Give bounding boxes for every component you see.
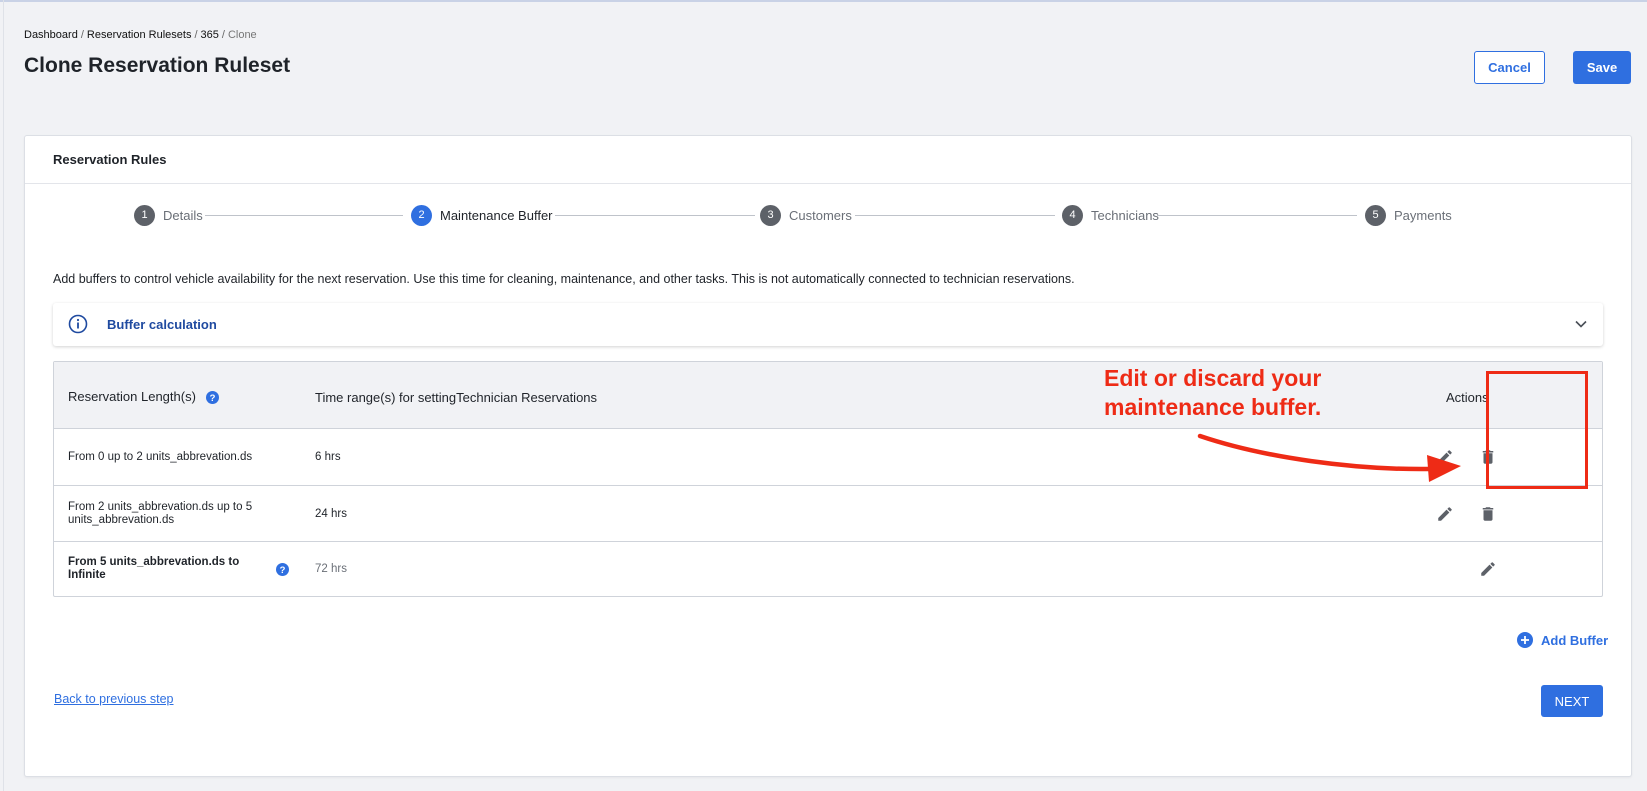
svg-text:?: ?: [209, 393, 215, 404]
cancel-button[interactable]: Cancel: [1474, 51, 1545, 84]
step-label: Maintenance Buffer: [440, 207, 553, 223]
row-length: From 2 units_abbrevation.ds up to 5 unit…: [68, 501, 253, 526]
step-label: Details: [163, 207, 203, 223]
breadcrumb-separator: /: [80, 29, 84, 41]
step-connector: [555, 215, 755, 216]
step-number: 2: [411, 204, 432, 226]
row-time: 24 hrs: [315, 508, 347, 520]
breadcrumb-separator: /: [194, 29, 198, 41]
step-connector: [1157, 215, 1357, 216]
breadcrumb-current: Clone: [227, 29, 257, 41]
step-label: Customers: [789, 207, 852, 223]
pencil-icon: [1481, 562, 1495, 576]
breadcrumb-reservation-rulesets[interactable]: Reservation Rulesets: [87, 29, 192, 41]
step-number: 5: [1365, 204, 1386, 226]
chevron-down-icon[interactable]: [1574, 317, 1588, 331]
delete-button[interactable]: [1477, 503, 1499, 525]
step-description: Add buffers to control vehicle availabil…: [53, 272, 1075, 286]
edit-button[interactable]: [1434, 503, 1456, 525]
next-button[interactable]: NEXT: [1541, 685, 1603, 717]
info-icon: [68, 314, 88, 334]
step-details[interactable]: 1 Details: [134, 204, 203, 226]
card-title: Reservation Rules: [25, 136, 1631, 184]
breadcrumb-dashboard[interactable]: Dashboard: [24, 29, 78, 41]
step-number: 1: [134, 204, 155, 226]
buffer-calculation-accordion[interactable]: Buffer calculation: [53, 303, 1603, 346]
step-technicians[interactable]: 4 Technicians: [1062, 204, 1159, 226]
stepper: 1 Details 2 Maintenance Buffer 3 Custome…: [25, 204, 1631, 228]
plus-circle-icon: [1517, 632, 1533, 648]
pencil-icon: [1438, 507, 1452, 521]
row-time: 72 hrs: [315, 563, 347, 575]
row-length: From 5 units_abbrevation.ds to Infinite: [68, 556, 240, 581]
row-length: From 0 up to 2 units_abbrevation.ds: [68, 451, 253, 463]
header-actions: Actions: [1446, 390, 1489, 405]
annotation-arrow-icon: [1197, 433, 1461, 482]
trash-icon: [1482, 507, 1494, 521]
step-maintenance-buffer[interactable]: 2 Maintenance Buffer: [411, 204, 553, 226]
save-button[interactable]: Save: [1573, 51, 1631, 84]
breadcrumb: Dashboard / Reservation Rulesets / 365 /…: [24, 29, 257, 41]
header-reservation-length: Reservation Length(s) ?: [68, 389, 219, 405]
header-label: Reservation Length(s): [68, 389, 196, 404]
top-border: [0, 0, 1647, 2]
step-label: Payments: [1394, 207, 1452, 223]
back-to-previous-step-link[interactable]: Back to previous step: [54, 692, 174, 706]
breadcrumb-separator: /: [221, 29, 225, 41]
table-row: From 5 units_abbrevation.ds to Infinite …: [54, 542, 1602, 597]
step-connector: [855, 215, 1055, 216]
accordion-title: Buffer calculation: [107, 317, 217, 332]
step-connector: [205, 215, 403, 216]
step-payments[interactable]: 5 Payments: [1365, 204, 1452, 226]
page-title: Clone Reservation Ruleset: [24, 54, 291, 77]
breadcrumb-365[interactable]: 365: [201, 29, 219, 41]
help-icon[interactable]: ?: [276, 563, 289, 576]
step-number: 4: [1062, 204, 1083, 226]
annotation-text: Edit or discard your maintenance buffer.: [1104, 365, 1322, 420]
help-icon[interactable]: ?: [205, 391, 219, 405]
edit-button[interactable]: [1477, 558, 1499, 580]
step-number: 3: [760, 204, 781, 226]
left-border: [3, 0, 4, 791]
add-buffer-label: Add Buffer: [1541, 632, 1609, 648]
add-buffer-button[interactable]: Add Buffer: [1517, 632, 1608, 648]
annotation-highlight-box: [1486, 371, 1588, 489]
step-label: Technicians: [1091, 207, 1159, 223]
table-header: Reservation Length(s) ? Time range(s) fo…: [54, 362, 1602, 429]
row-time: 6 hrs: [315, 451, 341, 463]
step-customers[interactable]: 3 Customers: [760, 204, 852, 226]
table-row: From 2 units_abbrevation.ds up to 5 unit…: [54, 486, 1602, 542]
header-time-range: Time range(s) for settingTechnician Rese…: [315, 390, 598, 405]
svg-text:?: ?: [280, 565, 286, 576]
